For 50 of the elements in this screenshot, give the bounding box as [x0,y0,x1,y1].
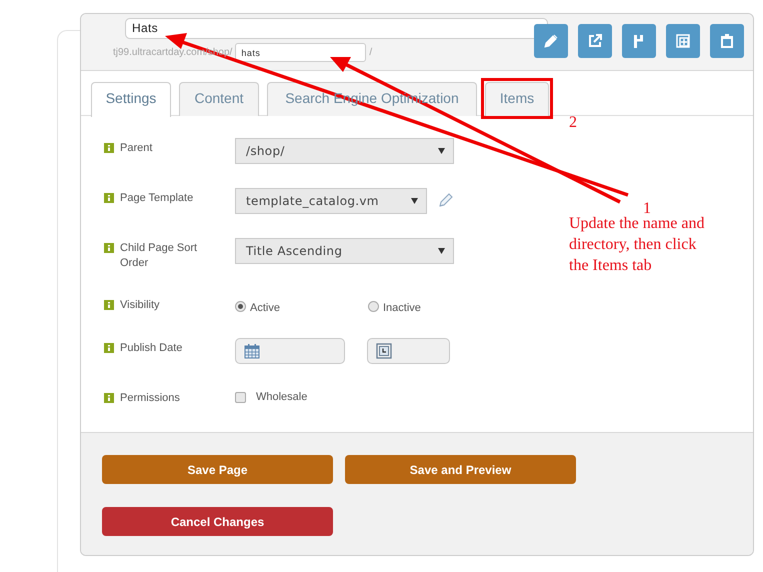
caret-icon [411,198,418,204]
tab[interactable]: Settings [91,82,171,117]
edit-button[interactable] [534,24,568,58]
info-icon [104,243,114,253]
copy-button[interactable] [666,24,700,58]
calendar-icon [244,344,260,358]
info-icon [104,143,114,153]
select-field[interactable]: Title Ascending [235,238,454,264]
field-label: Child Page Sort Order [120,241,198,271]
checkbox-label: Wholesale [256,391,308,403]
caret-icon [438,148,445,154]
radio-button[interactable] [368,300,379,312]
select-field[interactable]: template_catalog.vm [235,188,427,214]
field-label: Publish Date [120,341,184,356]
pencil-icon[interactable] [437,193,453,209]
step-number: 2 [569,113,577,133]
checkbox[interactable] [235,392,246,402]
tab[interactable]: Content [179,82,259,116]
field-label: Parent [120,141,154,156]
pencil-icon [544,34,558,48]
time-field[interactable] [367,338,450,364]
date-field[interactable] [235,338,345,364]
tab[interactable]: Items [485,82,549,116]
branch-icon [633,34,645,48]
radio-label: Inactive [383,302,421,314]
info-icon [104,393,114,403]
select-field[interactable]: /shop/ [235,138,454,164]
open-external-button[interactable] [578,24,612,58]
slug-field[interactable]: hats [235,43,366,62]
field-label: Permissions [120,391,181,406]
highlight-box [481,78,553,119]
radio-button[interactable] [235,300,246,312]
field-label: Visibility [120,298,161,313]
clock-icon [376,343,392,359]
copy-icon [676,34,690,48]
cancel-button[interactable]: Cancel Changes [102,507,333,536]
info-icon [104,300,114,310]
caret-icon [438,248,445,254]
delete-button[interactable] [710,24,744,58]
trash-icon [721,34,733,48]
url-suffix: / [369,47,372,58]
info-icon [104,193,114,203]
radio-label: Active [250,302,280,314]
field-label: Page Template [120,191,194,206]
branch-button[interactable] [622,24,656,58]
name-field[interactable]: Hats [125,18,548,39]
info-icon [104,343,114,353]
external-link-icon [588,34,602,48]
save-button[interactable]: Save and Preview [345,455,576,484]
save-button[interactable]: Save Page [102,455,333,484]
